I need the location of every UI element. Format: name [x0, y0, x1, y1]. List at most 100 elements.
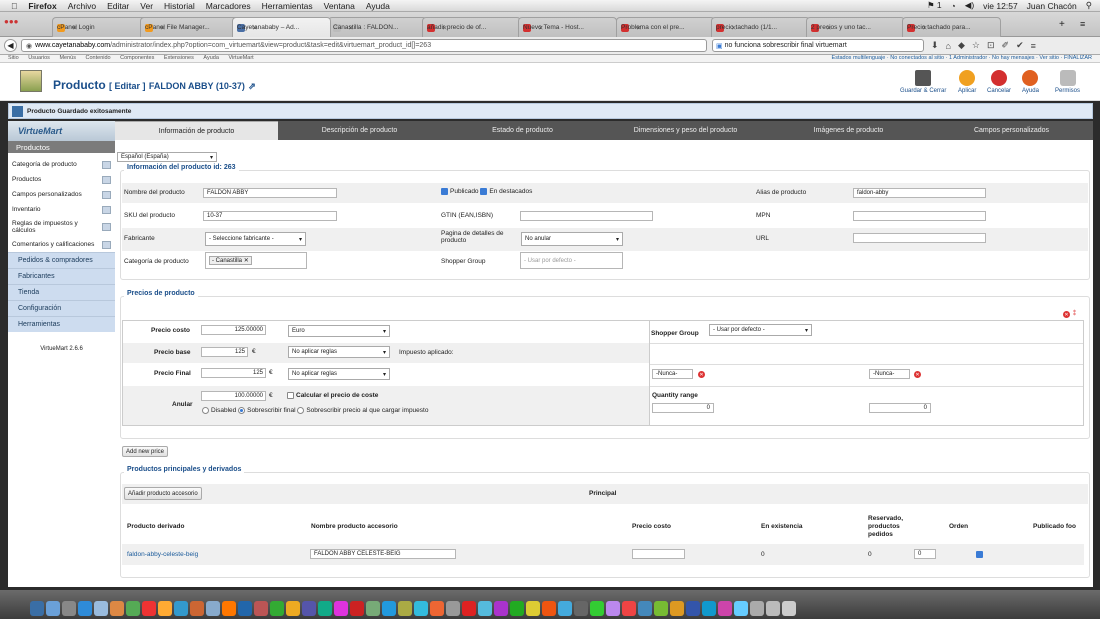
qty-from-input[interactable]: 0: [652, 403, 714, 413]
dock-app-icon[interactable]: [446, 601, 460, 616]
clock[interactable]: vie 12:57: [983, 1, 1018, 11]
jmenu-menus[interactable]: Menús: [59, 55, 76, 61]
dock-app-icon[interactable]: [526, 601, 540, 616]
browser-tab[interactable]: añadir precio de of... ✕: [422, 17, 521, 37]
dock-app-icon[interactable]: [750, 601, 764, 616]
dock-app-icon[interactable]: [430, 601, 444, 616]
status-icon[interactable]: ⚑ 1: [927, 0, 942, 11]
tab-description[interactable]: Descripción de producto: [278, 121, 441, 140]
sidebar-item-categorias[interactable]: Categoría de producto: [8, 157, 115, 172]
name-input[interactable]: FALDON ABBY: [203, 188, 337, 198]
extension-icon[interactable]: ✐: [1002, 40, 1010, 51]
browser-tab[interactable]: Precio tachado para... ✕: [902, 17, 1001, 37]
dock-app-icon[interactable]: [414, 601, 428, 616]
dock-app-icon[interactable]: [46, 601, 60, 616]
dock-app-icon[interactable]: [462, 601, 476, 616]
dock-app-icon[interactable]: [174, 601, 188, 616]
wifi-icon[interactable]: ◔: [951, 1, 956, 11]
addon-icon[interactable]: ✔: [1016, 40, 1024, 51]
tab-list-icon[interactable]: ≡: [1080, 19, 1085, 29]
dock-app-icon[interactable]: [366, 601, 380, 616]
back-button[interactable]: ◀: [4, 39, 17, 52]
collapse-icon[interactable]: ⁑: [1073, 310, 1076, 317]
dock-app-icon[interactable]: [590, 601, 604, 616]
manufacturer-select[interactable]: - Seleccione fabricante -: [205, 232, 306, 246]
date-from-input[interactable]: -Nunca-: [652, 369, 693, 379]
dock-app-icon[interactable]: [638, 601, 652, 616]
alias-input[interactable]: faldon-abby: [853, 188, 986, 198]
window-controls-icon[interactable]: ●●●: [4, 17, 19, 26]
jmenu-sitio[interactable]: Sitio: [8, 55, 19, 61]
shopper-group-input[interactable]: - Usar por defecto -: [520, 252, 623, 269]
menu-historial[interactable]: Historial: [164, 1, 195, 11]
dock-app-icon[interactable]: [62, 601, 76, 616]
dock-app-icon[interactable]: [398, 601, 412, 616]
sku-input[interactable]: 10-37: [203, 211, 337, 221]
dock-app-icon[interactable]: [30, 601, 44, 616]
menu-archivo[interactable]: Archivo: [68, 1, 96, 11]
add-price-button[interactable]: Add new price: [122, 446, 169, 457]
accessory-name-input[interactable]: FALDON ABBY CELESTE-BEIG: [310, 549, 456, 559]
sidebar-item-impuestos[interactable]: Reglas de impuestos y cálculos: [8, 217, 115, 237]
browser-tab[interactable]: Problema con el pre... ✕: [616, 17, 715, 37]
final-rules-select[interactable]: No aplicar reglas: [288, 368, 390, 380]
sidebar-cat-configuracion[interactable]: Configuración: [8, 300, 115, 316]
dock-app-icon[interactable]: [270, 601, 284, 616]
app-menu[interactable]: Firefox: [28, 1, 56, 11]
dock-app-icon[interactable]: [494, 601, 508, 616]
dock-app-icon[interactable]: [622, 601, 636, 616]
currency-select[interactable]: Euro: [288, 325, 390, 337]
sidebar-item-campos[interactable]: Campos personalizados: [8, 187, 115, 202]
menu-ventana[interactable]: Ventana: [324, 1, 355, 11]
remove-chip-icon[interactable]: ✕: [244, 258, 249, 264]
cost-input[interactable]: 125.00000: [201, 325, 266, 335]
dock-app-icon[interactable]: [670, 601, 684, 616]
detail-page-select[interactable]: No anular: [521, 232, 623, 246]
menu-marcadores[interactable]: Marcadores: [206, 1, 251, 11]
remove-price-icon[interactable]: ✕: [1063, 311, 1070, 318]
dock-app-icon[interactable]: [94, 601, 108, 616]
browser-tab[interactable]: 2 precios y uno tac... ✕: [806, 17, 905, 37]
sidebar-item-productos[interactable]: Productos: [8, 172, 115, 187]
sidebar-cat-pedidos[interactable]: Pedidos & compradores: [8, 252, 115, 268]
apple-icon[interactable]: : [11, 1, 17, 11]
sidebar-item-inventario[interactable]: Inventario: [8, 202, 115, 217]
gtin-input[interactable]: [520, 211, 653, 221]
sidebar-section-productos[interactable]: Productos: [8, 141, 115, 153]
dock-app-icon[interactable]: [222, 601, 236, 616]
featured-checkbox[interactable]: [480, 188, 488, 195]
tab-status[interactable]: Estado de producto: [441, 121, 604, 140]
browser-tab[interactable]: Canastilla : FALDON... ✕: [328, 17, 427, 37]
dock-app-icon[interactable]: [78, 601, 92, 616]
clear-date-icon[interactable]: ✕: [914, 371, 921, 378]
add-accessory-button[interactable]: Añadir producto accesorio: [124, 487, 202, 500]
browser-tab[interactable]: precio tachado (1/1... ✕: [711, 17, 810, 37]
dock-app-icon[interactable]: [126, 601, 140, 616]
dock-app-icon[interactable]: [478, 601, 492, 616]
cancel-button[interactable]: Cancelar: [987, 70, 1011, 94]
order-input[interactable]: 0: [914, 549, 936, 559]
menu-ayuda[interactable]: Ayuda: [366, 1, 390, 11]
menu-ver[interactable]: Ver: [140, 1, 153, 11]
dock-app-icon[interactable]: [350, 601, 364, 616]
tab-dimensions[interactable]: Dimensiones y peso del producto: [604, 121, 767, 140]
tab-custom-fields[interactable]: Campos personalizados: [930, 121, 1093, 140]
external-link-icon[interactable]: ⇗: [248, 81, 256, 91]
override-input[interactable]: 100.00000: [201, 391, 266, 401]
dock-app-icon[interactable]: [334, 601, 348, 616]
radio-disabled[interactable]: [202, 407, 209, 414]
qty-to-input[interactable]: 0: [869, 403, 931, 413]
search-bar[interactable]: ▣ no funciona sobrescribir final virtuem…: [712, 39, 924, 52]
sidebar-item-comentarios[interactable]: Comentarios y calificaciones: [8, 237, 115, 252]
base-rules-select[interactable]: No aplicar reglas: [288, 346, 390, 358]
browser-tab[interactable]: Nuevo Tema - Host... ✕: [518, 17, 617, 37]
category-chooser[interactable]: - Canastilla ✕: [205, 252, 307, 269]
home-icon[interactable]: ⌂: [946, 41, 951, 51]
dock-app-icon[interactable]: [574, 601, 588, 616]
dock-app-icon[interactable]: [190, 601, 204, 616]
dock-app-icon[interactable]: [734, 601, 748, 616]
joomla-status-links[interactable]: Estados multilenguaje · No conectados al…: [832, 55, 1092, 61]
user-name[interactable]: Juan Chacón: [1027, 1, 1077, 11]
dock-app-icon[interactable]: [510, 601, 524, 616]
radio-override-final[interactable]: [238, 407, 246, 414]
